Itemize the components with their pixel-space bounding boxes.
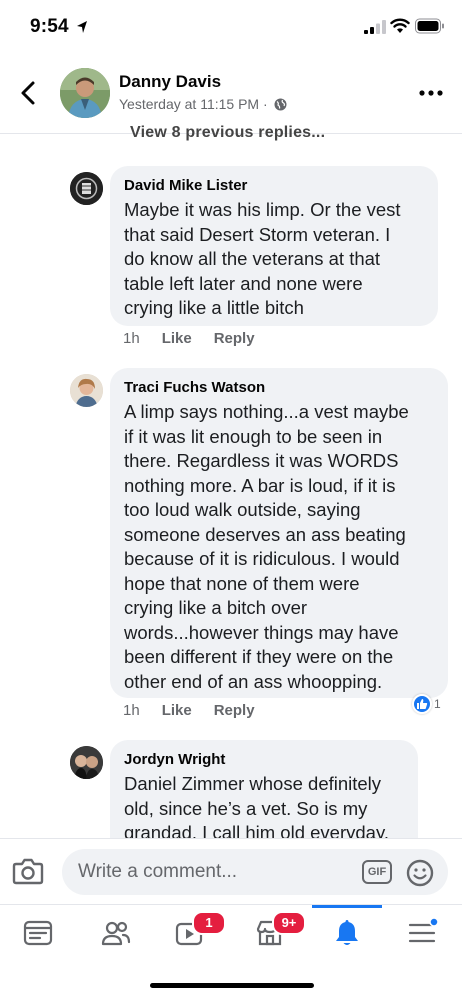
comment-bubble[interactable]: Traci Fuchs Watson A limp says nothing..… bbox=[110, 368, 448, 698]
comment-text: Daniel Zimmer whose definitely old, sinc… bbox=[124, 773, 389, 838]
comment-text: A limp says nothing...a vest maybe if it… bbox=[124, 401, 409, 692]
meta-separator: · bbox=[262, 96, 268, 112]
back-arrow-icon[interactable] bbox=[16, 80, 42, 106]
tab-menu[interactable] bbox=[402, 913, 442, 953]
comment-actions: 1h Like Reply bbox=[123, 330, 277, 347]
commenter-name[interactable]: Traci Fuchs Watson bbox=[124, 378, 434, 398]
news-feed-icon bbox=[23, 920, 53, 946]
tab-friends[interactable] bbox=[96, 913, 136, 953]
like-button[interactable]: Like bbox=[162, 702, 192, 719]
menu-hamburger-icon bbox=[408, 917, 438, 943]
marketplace-badge: 9+ bbox=[272, 911, 306, 935]
comment-composer: GIF bbox=[0, 838, 462, 904]
camera-icon[interactable] bbox=[12, 856, 44, 886]
post-header: Danny Davis Yesterday at 11:15 PM · bbox=[0, 56, 462, 134]
cellular-signal-icon bbox=[364, 20, 386, 34]
like-button[interactable]: Like bbox=[162, 330, 192, 347]
commenter-avatar[interactable] bbox=[70, 374, 103, 407]
view-previous-replies-link[interactable]: View 8 previous replies... bbox=[130, 124, 325, 142]
commenter-name[interactable]: David Mike Lister bbox=[124, 176, 424, 196]
gif-button[interactable]: GIF bbox=[362, 860, 392, 884]
active-tab-indicator bbox=[312, 905, 382, 908]
comment-time: 1h bbox=[123, 330, 140, 347]
comment-bubble[interactable]: David Mike Lister Maybe it was his limp.… bbox=[110, 166, 438, 326]
comment: Traci Fuchs Watson A limp says nothing..… bbox=[70, 368, 450, 728]
comment: David Mike Lister Maybe it was his limp.… bbox=[70, 166, 450, 347]
globe-icon bbox=[274, 98, 287, 111]
commenter-avatar[interactable] bbox=[70, 172, 103, 205]
wifi-icon bbox=[390, 18, 410, 33]
tab-marketplace[interactable]: 9+ bbox=[250, 911, 306, 953]
comment-actions: 1h Like Reply bbox=[123, 702, 277, 719]
post-time: Yesterday at 11:15 PM bbox=[119, 96, 260, 112]
reaction-summary[interactable]: 1 bbox=[412, 694, 441, 714]
watch-badge: 1 bbox=[192, 911, 226, 935]
battery-icon bbox=[415, 18, 444, 34]
tab-news-feed[interactable] bbox=[18, 913, 58, 953]
comment: Jordyn Wright Daniel Zimmer whose defini… bbox=[70, 740, 450, 838]
post-timestamp: Yesterday at 11:15 PM · bbox=[119, 96, 287, 112]
thumbs-up-icon bbox=[412, 694, 432, 714]
poster-avatar[interactable] bbox=[60, 68, 110, 118]
poster-name[interactable]: Danny Davis bbox=[119, 72, 221, 92]
reaction-count: 1 bbox=[434, 697, 441, 711]
commenter-name[interactable]: Jordyn Wright bbox=[124, 750, 404, 770]
comment-text: Maybe it was his limp. Or the vest that … bbox=[124, 199, 401, 318]
status-time: 9:54 bbox=[30, 16, 69, 37]
more-options-icon[interactable] bbox=[418, 88, 444, 98]
commenter-avatar[interactable] bbox=[70, 746, 103, 779]
reply-button[interactable]: Reply bbox=[214, 702, 255, 719]
bell-icon bbox=[336, 920, 358, 945]
tab-watch[interactable]: 1 bbox=[170, 911, 226, 953]
friends-icon bbox=[101, 921, 131, 946]
emoji-icon[interactable] bbox=[406, 859, 434, 887]
status-bar: 9:54 bbox=[0, 0, 462, 56]
tab-notifications[interactable] bbox=[327, 913, 367, 953]
home-indicator bbox=[150, 983, 314, 988]
location-arrow-icon bbox=[77, 21, 87, 33]
comment-bubble[interactable]: Jordyn Wright Daniel Zimmer whose defini… bbox=[110, 740, 418, 838]
comment-time: 1h bbox=[123, 702, 140, 719]
reply-button[interactable]: Reply bbox=[214, 330, 255, 347]
